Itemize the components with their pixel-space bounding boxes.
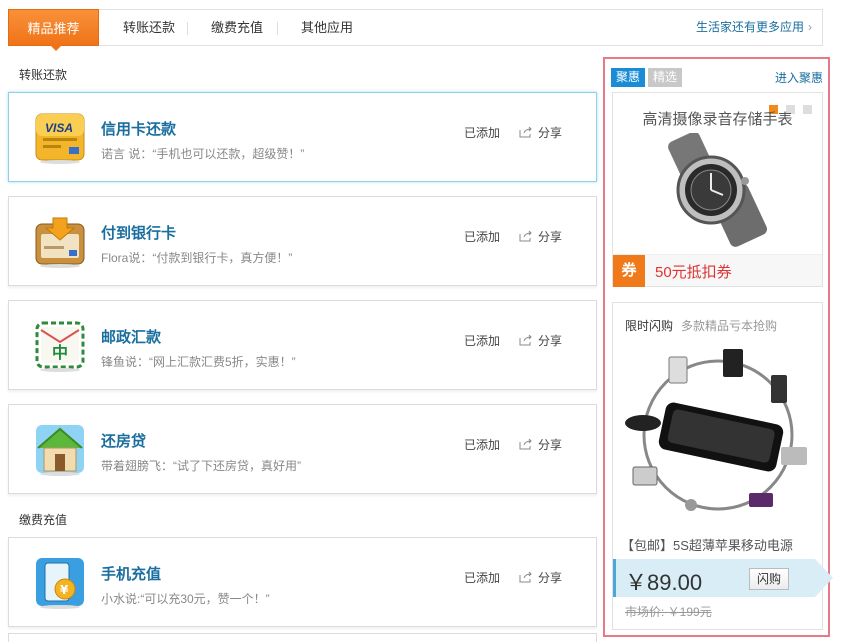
coupon-bar[interactable]: 券 50元抵扣券 — [613, 254, 822, 287]
chevron-right-icon: › — [808, 20, 812, 34]
app-quote: 小水说:“可以充30元，赞一个！” — [101, 592, 270, 606]
flash-sale-title: 限时闪购 — [625, 319, 674, 333]
share-label: 分享 — [538, 438, 563, 452]
tab-payment[interactable]: 缴费充值 — [197, 10, 277, 45]
share-label: 分享 — [538, 230, 563, 244]
flash-sale-subtitle: 多款精品亏本抢购 — [681, 319, 778, 333]
visa-card-icon: VISA — [35, 113, 85, 164]
added-status: 已添加 — [464, 571, 501, 585]
app-quote: Flora说：“付款到银行卡，真方便！” — [101, 251, 293, 265]
app-card-credit-card[interactable]: VISA 信用卡还款 诺言 说：“手机也可以还款，超级赞！” 已添加 分享 — [8, 92, 597, 182]
next-card-edge — [8, 633, 597, 642]
share-icon — [519, 230, 532, 242]
svg-text:¥: ¥ — [60, 583, 69, 597]
share-button[interactable]: 分享 — [519, 436, 562, 453]
svg-text:VISA: VISA — [45, 121, 73, 135]
share-label: 分享 — [538, 126, 563, 140]
added-status: 已添加 — [464, 230, 501, 244]
coupon-badge: 券 — [613, 255, 645, 287]
share-button[interactable]: 分享 — [519, 332, 562, 349]
flash-sale-card[interactable]: 限时闪购 多款精品亏本抢购 【包邮】5S超薄苹果移动电源 ￥89.00 闪购 市… — [612, 302, 833, 630]
app-card-mortgage[interactable]: 还房贷 带着翅膀飞：“试了下还房贷，真好用” 已添加 分享 — [8, 404, 597, 494]
tab-label: 缴费充值 — [210, 20, 263, 35]
tab-other-apps[interactable]: 其他应用 — [287, 10, 367, 45]
svg-text:中: 中 — [52, 343, 68, 362]
tab-recommended[interactable]: 精品推荐 — [8, 9, 99, 51]
share-icon — [519, 126, 532, 138]
app-name: 付到银行卡 — [101, 225, 177, 242]
promo-tab-juhui[interactable]: 聚惠 — [611, 68, 646, 87]
promo-title: 高清摄像录音存储手表 — [642, 111, 793, 128]
flash-buy-button[interactable]: 闪购 — [749, 568, 789, 590]
added-status: 已添加 — [464, 438, 501, 452]
tab-label: 其他应用 — [300, 20, 353, 35]
postal-envelope-icon: 中 — [35, 321, 85, 372]
app-tab-bar: 精品推荐 转账还款 缴费充值 其他应用 生活家还有更多应用 › — [8, 9, 823, 51]
tab-label: 精品推荐 — [27, 21, 80, 36]
phone-recharge-icon: ¥ — [36, 558, 84, 609]
promo-tab-selected[interactable]: 精选 — [648, 68, 683, 87]
app-name: 手机充值 — [101, 566, 162, 583]
bank-card-transfer-icon — [35, 217, 85, 268]
app-quote: 诺言 说：“手机也可以还款，超级赞！” — [101, 147, 305, 161]
added-status: 已添加 — [464, 126, 501, 140]
share-button[interactable]: 分享 — [519, 228, 562, 245]
house-icon — [36, 425, 84, 476]
tab-divider — [187, 22, 188, 35]
market-price: 市场价: ￥199元 — [625, 605, 712, 619]
share-icon — [519, 334, 532, 346]
promo-panel: 聚惠 精选 进入聚惠 高清摄像录音存储手表 券 50元抵扣券 限时闪购 多款精品… — [603, 57, 833, 637]
app-card-phone-recharge[interactable]: ¥ 手机充值 小水说:“可以充30元，赞一个！” 已添加 分享 — [8, 537, 597, 627]
app-name: 信用卡还款 — [101, 121, 177, 138]
tab-divider — [277, 22, 278, 35]
section-title-payment: 缴费充值 — [19, 513, 68, 527]
share-label: 分享 — [538, 334, 563, 348]
section-title-transfer: 转账还款 — [19, 68, 68, 82]
price-bar: ￥89.00 闪购 — [613, 559, 833, 597]
more-apps-label: 生活家还有更多应用 — [695, 20, 804, 34]
enter-juhui-link[interactable]: 进入聚惠 — [775, 69, 823, 86]
tab-label: 转账还款 — [122, 20, 175, 35]
app-name: 邮政汇款 — [101, 329, 162, 346]
app-quote: 锋鱼说：“网上汇款汇费5折，实惠！” — [101, 355, 296, 369]
added-status: 已添加 — [464, 334, 501, 348]
coupon-text: 50元抵扣券 — [655, 264, 732, 281]
watch-product-image — [668, 133, 767, 247]
power-bank-product-image — [625, 349, 807, 511]
app-card-postal-remittance[interactable]: 中 邮政汇款 锋鱼说：“网上汇款汇费5折，实惠！” 已添加 分享 — [8, 300, 597, 390]
product-price: ￥89.00 — [625, 570, 703, 595]
app-name: 还房贷 — [101, 433, 147, 450]
tab-transfer[interactable]: 转账还款 — [109, 10, 189, 45]
tab-active-caret — [50, 45, 62, 51]
more-apps-link[interactable]: 生活家还有更多应用 › — [696, 10, 812, 45]
app-quote: 带着翅膀飞：“试了下还房贷，真好用” — [101, 459, 301, 473]
share-button[interactable]: 分享 — [519, 569, 562, 586]
app-card-bank-transfer[interactable]: 付到银行卡 Flora说：“付款到银行卡，真方便！” 已添加 分享 — [8, 196, 597, 286]
price-bar-arrow — [815, 559, 833, 597]
share-icon — [519, 438, 532, 450]
share-icon — [519, 571, 532, 583]
product-name: 【包邮】5S超薄苹果移动电源 — [621, 538, 793, 553]
share-button[interactable]: 分享 — [519, 124, 562, 141]
promo-watch-card[interactable]: 高清摄像录音存储手表 券 50元抵扣券 — [612, 92, 823, 287]
share-label: 分享 — [538, 571, 563, 585]
